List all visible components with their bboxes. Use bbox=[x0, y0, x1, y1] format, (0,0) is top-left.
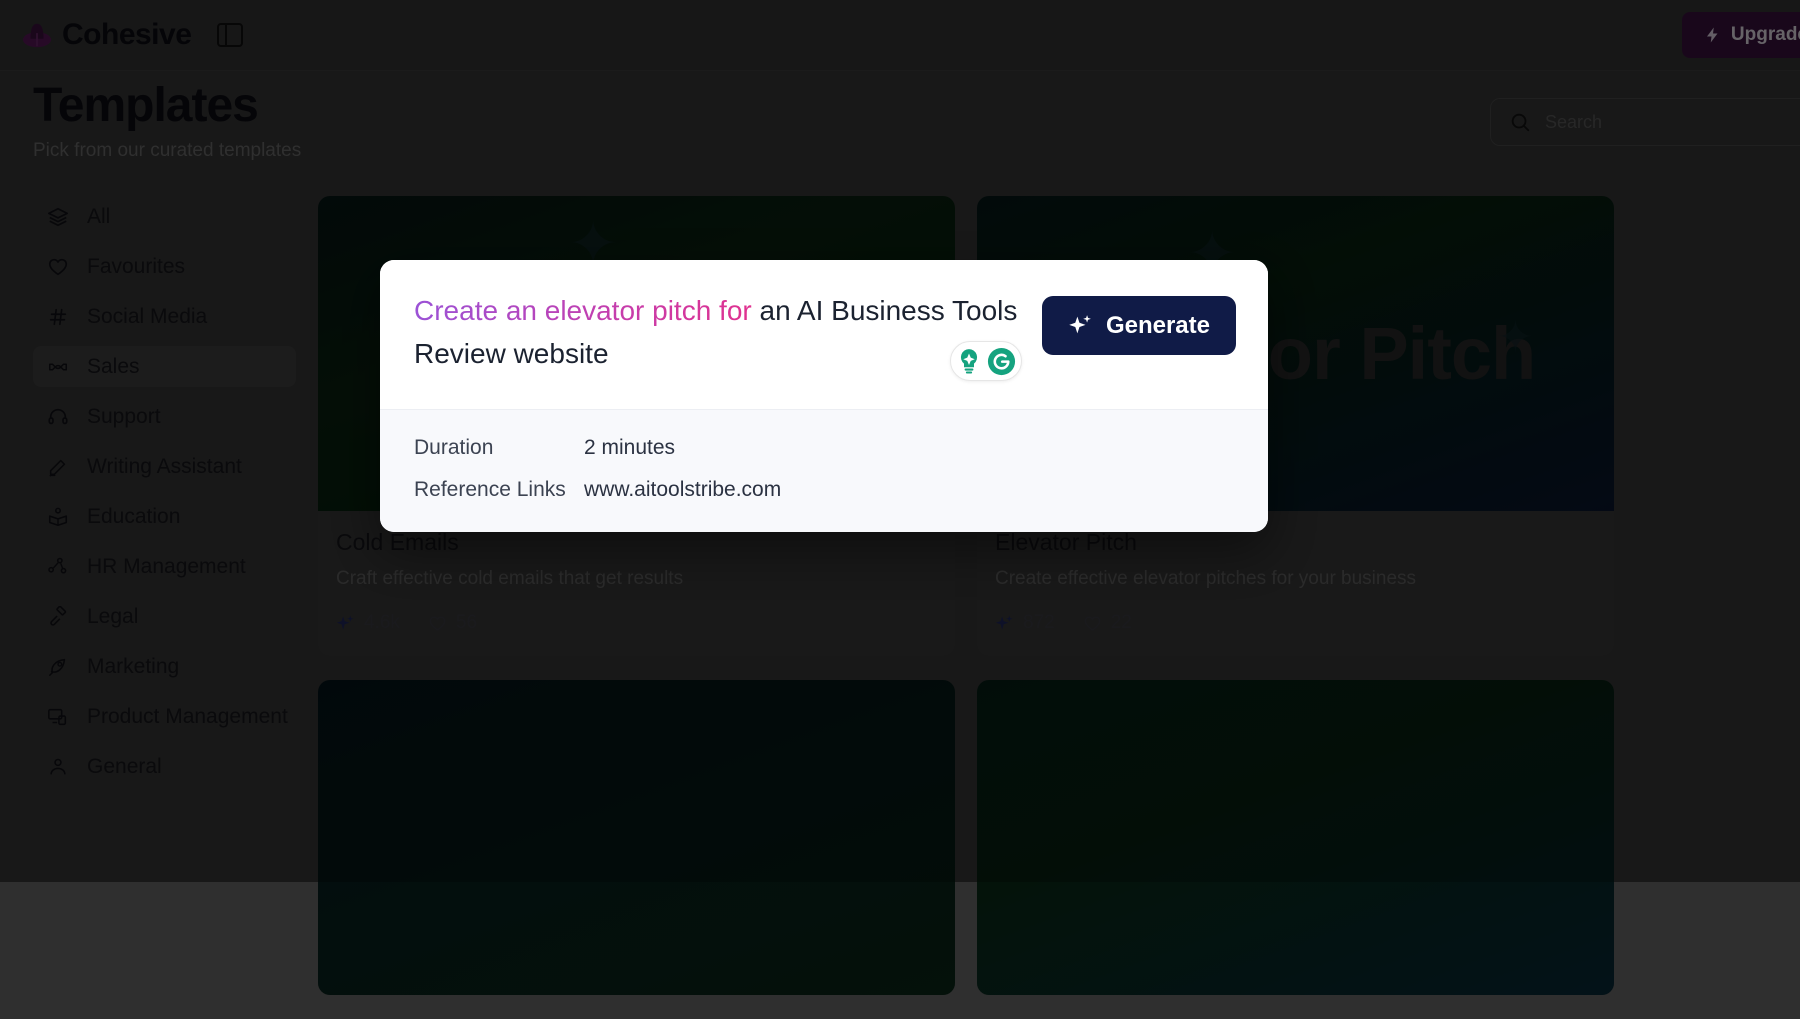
grammarly-widget[interactable] bbox=[950, 341, 1022, 381]
field-value[interactable]: www.aitoolstribe.com bbox=[584, 478, 781, 502]
modal-prompt-area: Create an elevator pitch for an AI Busin… bbox=[380, 260, 1268, 409]
generate-label: Generate bbox=[1106, 312, 1210, 340]
prompt-accent-text: Create an elevator pitch for bbox=[414, 295, 752, 326]
field-label: Reference Links bbox=[414, 478, 584, 502]
field-row-duration: Duration 2 minutes bbox=[414, 436, 1234, 460]
prompt-modal: Create an elevator pitch for an AI Busin… bbox=[380, 260, 1268, 532]
prompt-input[interactable]: Create an elevator pitch for an AI Busin… bbox=[414, 290, 1024, 375]
field-label: Duration bbox=[414, 436, 584, 460]
modal-fields: Duration 2 minutes Reference Links www.a… bbox=[380, 409, 1268, 532]
field-value[interactable]: 2 minutes bbox=[584, 436, 675, 460]
prompt-text: Create an elevator pitch for an AI Busin… bbox=[414, 290, 1024, 375]
grammarly-g-icon bbox=[986, 346, 1017, 377]
sparkle-icon bbox=[1068, 313, 1093, 338]
generate-button[interactable]: Generate bbox=[1042, 296, 1236, 355]
grammarly-bulb-icon bbox=[954, 346, 984, 376]
field-row-reference-links: Reference Links www.aitoolstribe.com bbox=[414, 478, 1234, 502]
